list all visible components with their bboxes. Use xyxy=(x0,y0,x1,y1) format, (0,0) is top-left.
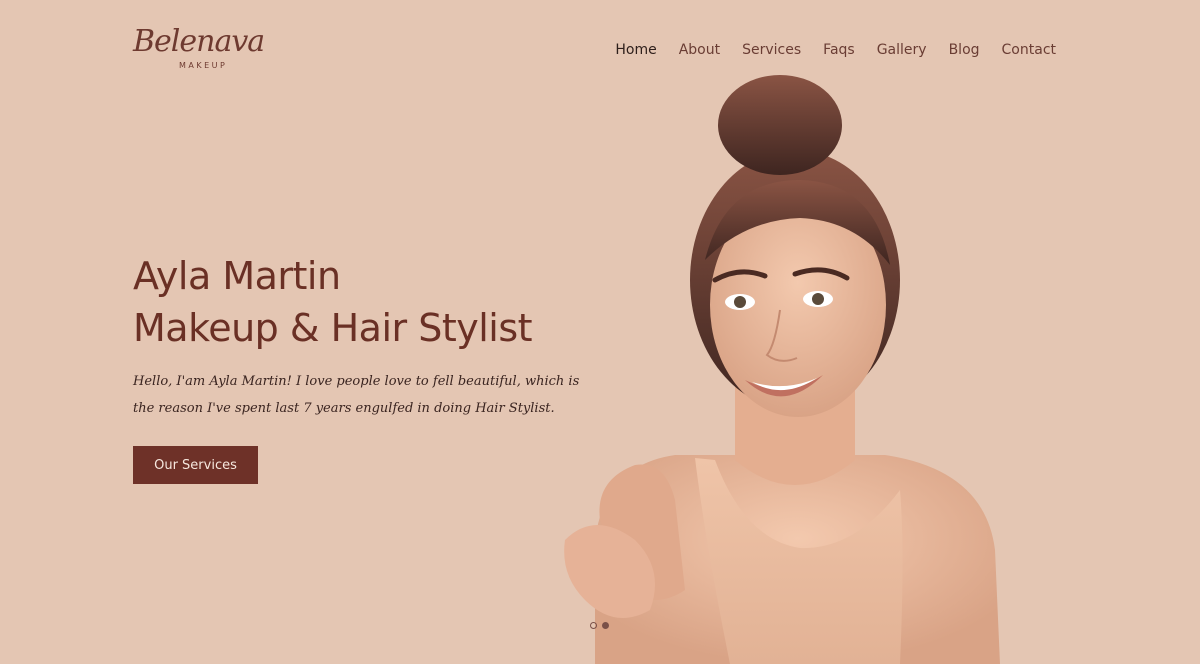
slider-dot-2[interactable] xyxy=(602,622,609,629)
model-portrait-image xyxy=(564,75,1000,664)
nav-item-about[interactable]: About xyxy=(679,40,720,60)
nav-item-faqs[interactable]: Faqs xyxy=(823,40,855,60)
nav-item-home[interactable]: Home xyxy=(615,40,656,60)
hero-description: Hello, I'am Ayla Martin! I love people l… xyxy=(133,374,580,416)
logo-script-text: Belenava xyxy=(133,24,265,59)
nav-item-services[interactable]: Services xyxy=(742,40,801,60)
nav-item-contact[interactable]: Contact xyxy=(1002,40,1056,60)
brand-logo[interactable]: Belenava MAKEUP xyxy=(133,22,265,78)
main-nav: Home About Services Faqs Gallery Blog Co… xyxy=(615,40,1056,60)
logo-subtitle: MAKEUP xyxy=(179,61,228,70)
nav-item-blog[interactable]: Blog xyxy=(949,40,980,60)
hero-page: Belenava MAKEUP Home About Services Faqs… xyxy=(0,0,1200,664)
our-services-button[interactable]: Our Services xyxy=(133,446,258,484)
hero-title-role: Makeup & Hair Stylist xyxy=(133,306,533,350)
nav-item-gallery[interactable]: Gallery xyxy=(877,40,927,60)
slider-dot-1[interactable] xyxy=(590,622,597,629)
slider-dots xyxy=(590,622,609,629)
hero-title-name: Ayla Martin xyxy=(133,254,341,298)
hero-title: Ayla Martin Makeup & Hair Stylist xyxy=(133,250,533,354)
